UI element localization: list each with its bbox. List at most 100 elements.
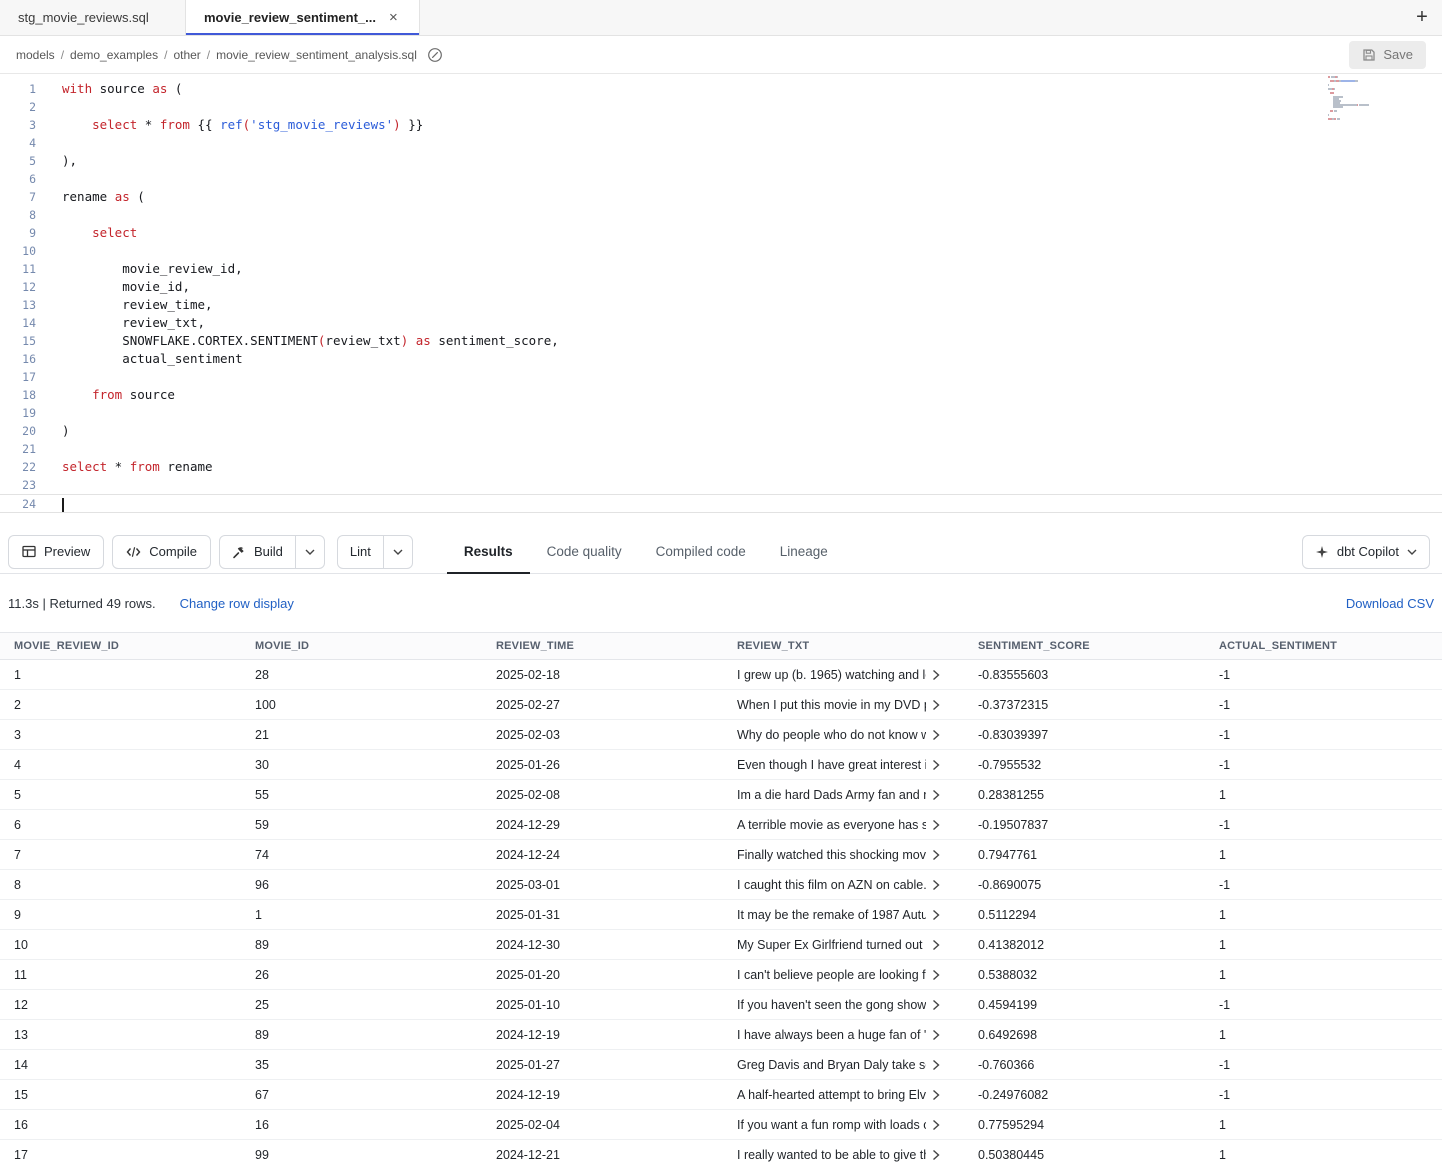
minimap[interactable] — [1328, 76, 1400, 124]
expand-cell-icon[interactable] — [932, 699, 940, 711]
code-line[interactable]: 18 from source — [0, 386, 1442, 404]
code-line[interactable]: 6 — [0, 170, 1442, 188]
code-line[interactable]: 8 — [0, 206, 1442, 224]
column-header[interactable]: MOVIE_ID — [241, 640, 482, 652]
expand-cell-icon[interactable] — [932, 759, 940, 771]
table-row: 15672024-12-19A half-hearted attempt to … — [0, 1080, 1442, 1110]
table-row: 13892024-12-19I have always been a huge … — [0, 1020, 1442, 1050]
table-row: 1282025-02-18I grew up (b. 1965) watchin… — [0, 660, 1442, 690]
code-line[interactable]: 22select * from rename — [0, 458, 1442, 476]
code-editor[interactable]: 1with source as (23 select * from {{ ref… — [0, 74, 1442, 530]
code-line[interactable]: 11 movie_review_id, — [0, 260, 1442, 278]
review-text: Im a die hard Dads Army fan and nothi… — [737, 788, 926, 802]
expand-cell-icon[interactable] — [932, 879, 940, 891]
code-line[interactable]: 3 select * from {{ ref('stg_movie_review… — [0, 116, 1442, 134]
breadcrumb-item[interactable]: movie_review_sentiment_analysis.sql — [216, 48, 417, 62]
cell: 10 — [0, 938, 241, 952]
expand-cell-icon[interactable] — [932, 969, 940, 981]
code-line[interactable]: 5), — [0, 152, 1442, 170]
expand-cell-icon[interactable] — [932, 1149, 940, 1161]
code-line[interactable]: 12 movie_id, — [0, 278, 1442, 296]
expand-cell-icon[interactable] — [932, 1089, 940, 1101]
column-header[interactable]: REVIEW_TXT — [723, 640, 964, 652]
column-header[interactable]: REVIEW_TIME — [482, 640, 723, 652]
results-tab-compiled-code[interactable]: Compiled code — [639, 530, 763, 574]
code-line[interactable]: 23 — [0, 476, 1442, 494]
code-text — [62, 495, 64, 512]
cell: 0.7947761 — [964, 848, 1205, 862]
column-header[interactable]: ACTUAL_SENTIMENT — [1205, 640, 1442, 652]
dbt-copilot-button[interactable]: dbt Copilot — [1302, 535, 1430, 569]
preview-button[interactable]: Preview — [8, 535, 104, 569]
table-row: 8962025-03-01I caught this film on AZN o… — [0, 870, 1442, 900]
review-text: A half-hearted attempt to bring Elvis P… — [737, 1088, 926, 1102]
file-tab-movie-review-sentiment[interactable]: movie_review_sentiment_... × — [186, 0, 420, 35]
code-line[interactable]: 19 — [0, 404, 1442, 422]
table-row: 7742024-12-24Finally watched this shocki… — [0, 840, 1442, 870]
code-line[interactable]: 14 review_txt, — [0, 314, 1442, 332]
build-button[interactable]: Build — [220, 536, 295, 568]
expand-cell-icon[interactable] — [932, 939, 940, 951]
download-csv-link[interactable]: Download CSV — [1346, 596, 1434, 611]
results-tab-lineage[interactable]: Lineage — [763, 530, 845, 574]
results-tab-code-quality[interactable]: Code quality — [530, 530, 639, 574]
code-line[interactable]: 15 SNOWFLAKE.CORTEX.SENTIMENT(review_txt… — [0, 332, 1442, 350]
code-line[interactable]: 16 actual_sentiment — [0, 350, 1442, 368]
results-tab-results[interactable]: Results — [447, 530, 530, 574]
build-dropdown[interactable] — [295, 536, 324, 568]
table-row: 3212025-02-03Why do people who do not kn… — [0, 720, 1442, 750]
review-txt-cell: I caught this film on AZN on cable. It s… — [723, 878, 964, 892]
chevron-down-icon — [305, 549, 315, 555]
code-line[interactable]: 13 review_time, — [0, 296, 1442, 314]
breadcrumb-item[interactable]: other — [173, 48, 200, 62]
table-row: 16162025-02-04If you want a fun romp wit… — [0, 1110, 1442, 1140]
expand-cell-icon[interactable] — [932, 1059, 940, 1071]
code-line[interactable]: 9 select — [0, 224, 1442, 242]
code-line[interactable]: 10 — [0, 242, 1442, 260]
cell: 15 — [0, 1088, 241, 1102]
code-line[interactable]: 1with source as ( — [0, 80, 1442, 98]
preview-label: Preview — [44, 544, 90, 559]
expand-cell-icon[interactable] — [932, 789, 940, 801]
code-line[interactable]: 17 — [0, 368, 1442, 386]
save-button[interactable]: Save — [1349, 41, 1426, 69]
expand-cell-icon[interactable] — [932, 669, 940, 681]
expand-cell-icon[interactable] — [932, 729, 940, 741]
breadcrumb-item[interactable]: models — [16, 48, 55, 62]
code-line[interactable]: 24 — [0, 494, 1442, 513]
expand-cell-icon[interactable] — [932, 1029, 940, 1041]
code-line[interactable]: 20) — [0, 422, 1442, 440]
cell: 21 — [241, 728, 482, 742]
file-tab-label: stg_movie_reviews.sql — [18, 10, 149, 25]
new-tab-button[interactable]: + — [1402, 0, 1442, 35]
cell: -0.760366 — [964, 1058, 1205, 1072]
cell: 4 — [0, 758, 241, 772]
expand-cell-icon[interactable] — [932, 999, 940, 1011]
code-line[interactable]: 7rename as ( — [0, 188, 1442, 206]
column-header[interactable]: SENTIMENT_SCORE — [964, 640, 1205, 652]
lint-dropdown[interactable] — [383, 536, 412, 568]
column-header[interactable]: MOVIE_REVIEW_ID — [0, 640, 241, 652]
file-action-icon[interactable] — [427, 47, 443, 63]
line-number: 23 — [0, 476, 36, 494]
code-line[interactable]: 2 — [0, 98, 1442, 116]
breadcrumb-item[interactable]: demo_examples — [70, 48, 158, 62]
change-row-display-link[interactable]: Change row display — [180, 596, 294, 611]
expand-cell-icon[interactable] — [932, 849, 940, 861]
code-line[interactable]: 4 — [0, 134, 1442, 152]
cell: 1 — [1205, 938, 1442, 952]
lint-button[interactable]: Lint — [338, 536, 383, 568]
expand-cell-icon[interactable] — [932, 819, 940, 831]
cell: 2025-01-27 — [482, 1058, 723, 1072]
file-tab-stg-movie-reviews[interactable]: stg_movie_reviews.sql — [0, 0, 186, 35]
expand-cell-icon[interactable] — [932, 909, 940, 921]
code-line[interactable]: 21 — [0, 440, 1442, 458]
close-tab-icon[interactable]: × — [386, 9, 401, 26]
cell: -1 — [1205, 1058, 1442, 1072]
results-grid: MOVIE_REVIEW_IDMOVIE_IDREVIEW_TIMEREVIEW… — [0, 632, 1442, 1166]
table-row: 12252025-01-10If you haven't seen the go… — [0, 990, 1442, 1020]
cell: 2024-12-21 — [482, 1148, 723, 1162]
cell: 1 — [1205, 788, 1442, 802]
compile-button[interactable]: Compile — [112, 535, 211, 569]
expand-cell-icon[interactable] — [932, 1119, 940, 1131]
